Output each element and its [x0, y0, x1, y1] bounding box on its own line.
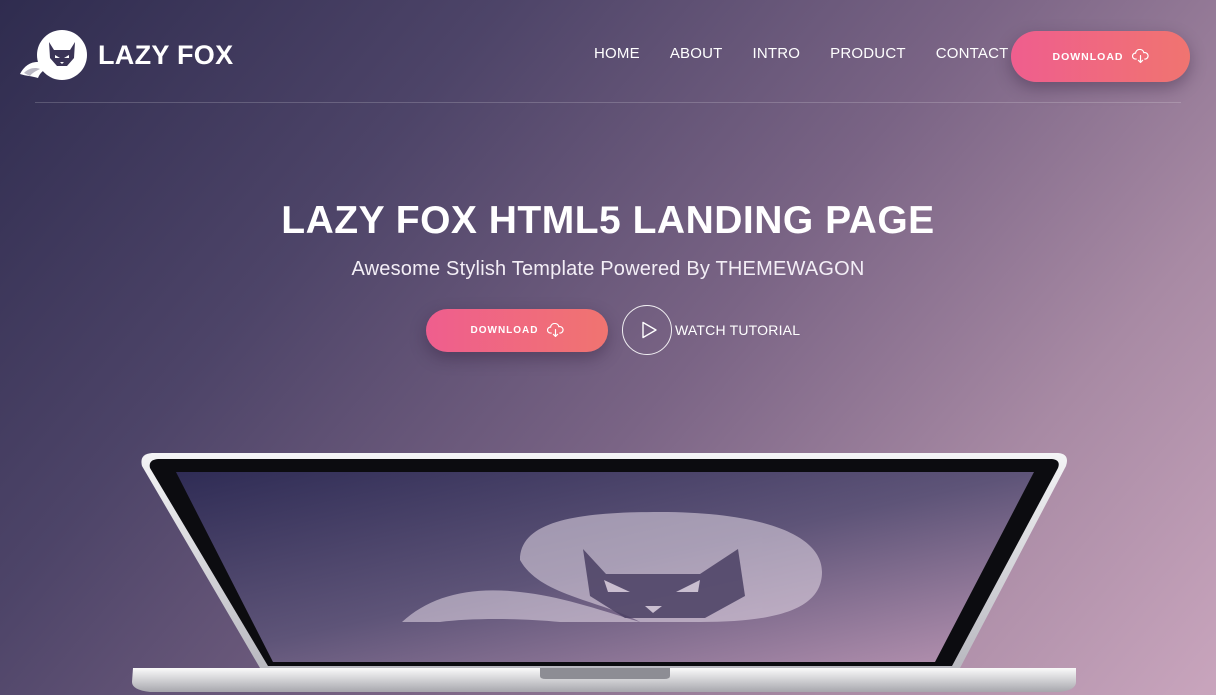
play-icon: [641, 321, 657, 339]
nav-item-about[interactable]: ABOUT: [670, 45, 723, 62]
nav-divider: [35, 102, 1181, 103]
nav-item-intro[interactable]: INTRO: [753, 45, 801, 62]
brand[interactable]: LAZY FOX: [18, 28, 233, 82]
laptop-mockup: [0, 450, 1216, 695]
nav-download-button[interactable]: DOWNLOAD: [1011, 31, 1190, 82]
nav-item-contact[interactable]: CONTACT: [936, 45, 1009, 62]
brand-name: LAZY FOX: [98, 39, 234, 70]
watch-tutorial-link[interactable]: WATCH TUTORIAL: [622, 305, 800, 355]
hero-download-label: DOWNLOAD: [470, 324, 539, 336]
landing-page: LAZY FOX HOME ABOUT INTRO PRODUCT CONTAC…: [0, 0, 1216, 695]
hero-download-button[interactable]: DOWNLOAD: [426, 308, 608, 352]
hero-actions: DOWNLOAD WATCH TUTORIAL: [426, 305, 800, 355]
nav-download-label: DOWNLOAD: [1052, 50, 1124, 63]
cloud-download-icon: [546, 322, 564, 337]
nav-item-home[interactable]: HOME: [594, 45, 640, 62]
top-navbar: LAZY FOX HOME ABOUT INTRO PRODUCT CONTAC…: [0, 0, 1216, 103]
fox-logo-icon: [20, 30, 87, 80]
hero-title: LAZY FOX HTML5 LANDING PAGE: [281, 199, 935, 242]
cloud-download-icon: [1131, 49, 1149, 64]
watch-tutorial-label: WATCH TUTORIAL: [675, 322, 801, 338]
nav-item-product[interactable]: PRODUCT: [830, 45, 906, 62]
hero-subtitle: Awesome Stylish Template Powered By THEM…: [351, 258, 865, 280]
laptop-illustration: [132, 453, 1076, 692]
play-button[interactable]: [622, 305, 672, 355]
main-menu: HOME ABOUT INTRO PRODUCT CONTACT: [594, 45, 1009, 62]
